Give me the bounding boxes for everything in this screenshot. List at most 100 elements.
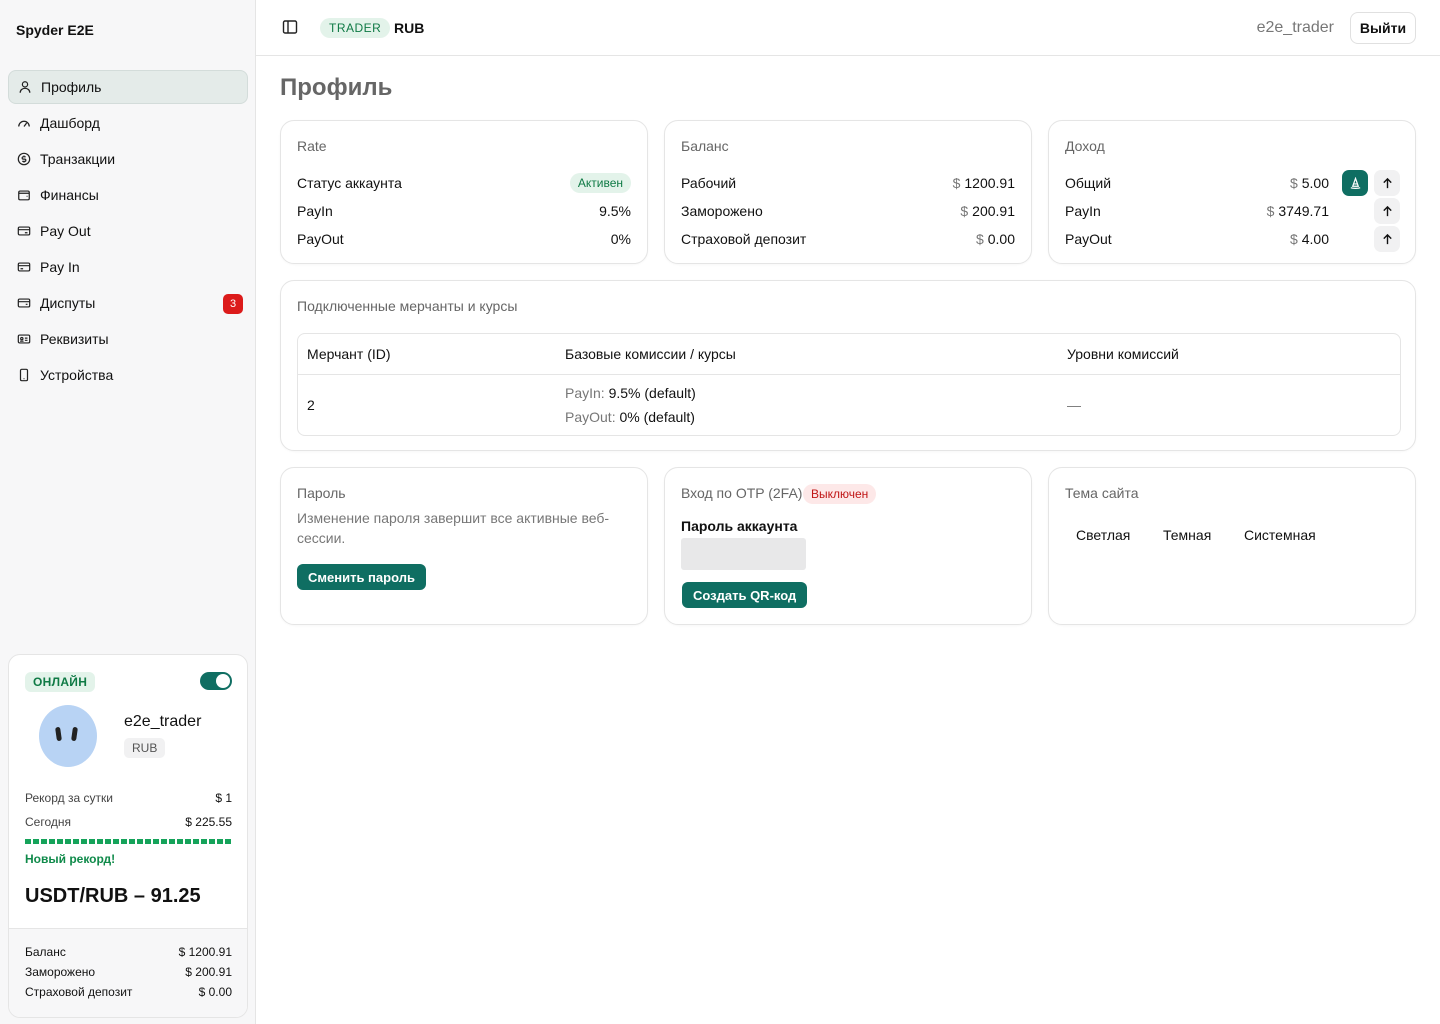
frozen-balance-label: Заморожено [681, 203, 763, 219]
sidebar-item-profile[interactable]: Профиль [8, 70, 248, 104]
otp-card-title: Вход по OTP (2FA) [681, 485, 803, 501]
password-description: Изменение пароля завершит все активные в… [297, 510, 610, 546]
create-qr-button[interactable]: Создать QR-код [682, 582, 808, 608]
online-toggle[interactable] [200, 672, 232, 690]
page-title: Профиль [280, 74, 393, 101]
today-label: Сегодня [25, 815, 71, 829]
transfer-total-button[interactable] [1374, 170, 1400, 196]
transfer-payout-button[interactable] [1374, 226, 1400, 252]
sidebar-item-transactions[interactable]: Транзакции [8, 142, 248, 176]
phone-icon [16, 367, 32, 383]
payout-val: 0% (default) [619, 409, 695, 425]
topbar: TRADER RUB e2e_trader Выйти [256, 0, 1440, 56]
role-badge: TRADER [320, 18, 391, 38]
column-header: Базовые комиссии / курсы [565, 346, 736, 362]
amount: 3749.71 [1278, 203, 1329, 219]
sidebar: Spyder E2E Профиль Дашборд Транзакции Фи… [0, 0, 256, 1024]
amount: 1200.91 [964, 175, 1015, 191]
payin-val: 9.5% (default) [608, 385, 696, 401]
footer-balance-value: $ 1200.91 [178, 945, 232, 959]
income-payout-value: $4.00 [1290, 231, 1329, 247]
avatar-eye [71, 726, 78, 742]
amount: 4.00 [1301, 231, 1329, 247]
sidebar-item-label: Диспуты [40, 295, 96, 311]
account-password-input[interactable] [681, 538, 806, 570]
gauge-icon [16, 115, 32, 131]
working-balance-label: Рабочий [681, 175, 737, 191]
top-username: e2e_trader [1256, 19, 1334, 36]
sidebar-item-requisites[interactable]: Реквизиты [8, 322, 248, 356]
record-label: Рекорд за сутки [25, 791, 113, 805]
income-payin-label: PayIn [1065, 203, 1101, 219]
theme-light-option[interactable]: Светлая [1076, 527, 1130, 543]
income-total-row: Общий $5.00 [1065, 173, 1329, 193]
income-card-title: Доход [1065, 138, 1105, 154]
sidebar-item-devices[interactable]: Устройства [8, 358, 248, 392]
table-header: Мерчант (ID) Базовые комиссии / курсы Ур… [298, 334, 1400, 375]
income-payin-row: PayIn $3749.71 [1065, 201, 1329, 221]
avatar [39, 705, 97, 767]
change-password-button[interactable]: Сменить пароль [297, 564, 426, 590]
merchants-table: Мерчант (ID) Базовые комиссии / курсы Ур… [297, 333, 1401, 436]
currency-symbol: $ [1289, 175, 1298, 191]
theme-dark-option[interactable]: Темная [1163, 527, 1211, 543]
amount: 5.00 [1301, 175, 1329, 191]
password-card: Пароль Изменение пароля завершит все акт… [280, 467, 648, 625]
withdraw-total-button[interactable] [1342, 170, 1368, 196]
payin-rate-value: 9.5% [599, 203, 631, 219]
sidebar-toggle-icon[interactable] [282, 19, 298, 35]
sidebar-item-label: Pay Out [40, 223, 91, 239]
online-badge: ОНЛАЙН [25, 672, 96, 692]
balance-card-title: Баланс [681, 138, 729, 154]
otp-status-badge: Выключен [803, 484, 877, 504]
footer-frozen-label: Заморожено [25, 965, 96, 979]
currency-symbol: $ [1289, 231, 1298, 247]
currency-symbol: $ [952, 175, 961, 191]
income-total-value: $5.00 [1290, 175, 1329, 191]
theme-system-option[interactable]: Системная [1244, 527, 1316, 543]
card-out-icon [16, 223, 32, 239]
dispute-icon [16, 295, 32, 311]
today-row: Сегодня $ 225.55 [25, 815, 232, 829]
wizard-hat-icon [1350, 176, 1360, 189]
sidebar-item-label: Реквизиты [40, 331, 109, 347]
payout-rate-label: PayOut [297, 231, 344, 247]
sidebar-item-dashboard[interactable]: Дашборд [8, 106, 248, 140]
brand-title: Spyder E2E [16, 22, 94, 38]
merchants-card-title: Подключенные мерчанты и курсы [297, 298, 518, 314]
arrow-up-icon [1382, 205, 1392, 216]
rate-card-title: Rate [297, 138, 327, 154]
currency-symbol: $ [975, 231, 984, 247]
payin-commission: PayIn: 9.5% (default) [565, 385, 696, 401]
sidebar-item-finance[interactable]: Финансы [8, 178, 248, 212]
sidebar-item-payout[interactable]: Pay Out [8, 214, 248, 248]
amount: 0.00 [987, 231, 1015, 247]
id-card-icon [16, 331, 32, 347]
deposit-balance-row: Страховой депозит $0.00 [681, 229, 1015, 249]
footer-balance-row: Баланс $ 1200.91 [25, 945, 232, 959]
deposit-balance-label: Страховой депозит [681, 231, 807, 247]
sidebar-item-label: Устройства [40, 367, 114, 383]
currency-symbol: $ [1266, 203, 1275, 219]
footer-frozen-value: $ 200.91 [185, 965, 232, 979]
status-card-footer: Баланс $ 1200.91 Заморожено $ 200.91 Стр… [9, 928, 247, 1017]
column-header: Мерчант (ID) [307, 346, 391, 362]
sidebar-item-label: Транзакции [40, 151, 116, 167]
sidebar-nav: Профиль Дашборд Транзакции Финансы Pay O… [8, 70, 248, 394]
sidebar-item-payin[interactable]: Pay In [8, 250, 248, 284]
currency-badge: RUB [124, 738, 166, 758]
new-record-label: Новый рекорд! [25, 852, 116, 866]
trader-status-card: ОНЛАЙН e2e_trader RUB Рекорд за сутки $ … [8, 654, 248, 1018]
account-status-label: Статус аккаунта [297, 175, 402, 191]
account-status-row: Статус аккаунта Активен [297, 173, 631, 193]
avatar-eye [55, 726, 62, 742]
arrow-up-icon [1382, 233, 1392, 244]
transfer-payin-button[interactable] [1374, 198, 1400, 224]
sidebar-item-disputes[interactable]: Диспуты 3 [8, 286, 248, 320]
income-payout-row: PayOut $4.00 [1065, 229, 1329, 249]
income-payout-label: PayOut [1065, 231, 1112, 247]
logout-button[interactable]: Выйти [1350, 12, 1416, 44]
frozen-balance-row: Заморожено $200.91 [681, 201, 1015, 221]
payout-rate-row: PayOut 0% [297, 229, 631, 249]
payin-key: PayIn: [565, 385, 605, 401]
